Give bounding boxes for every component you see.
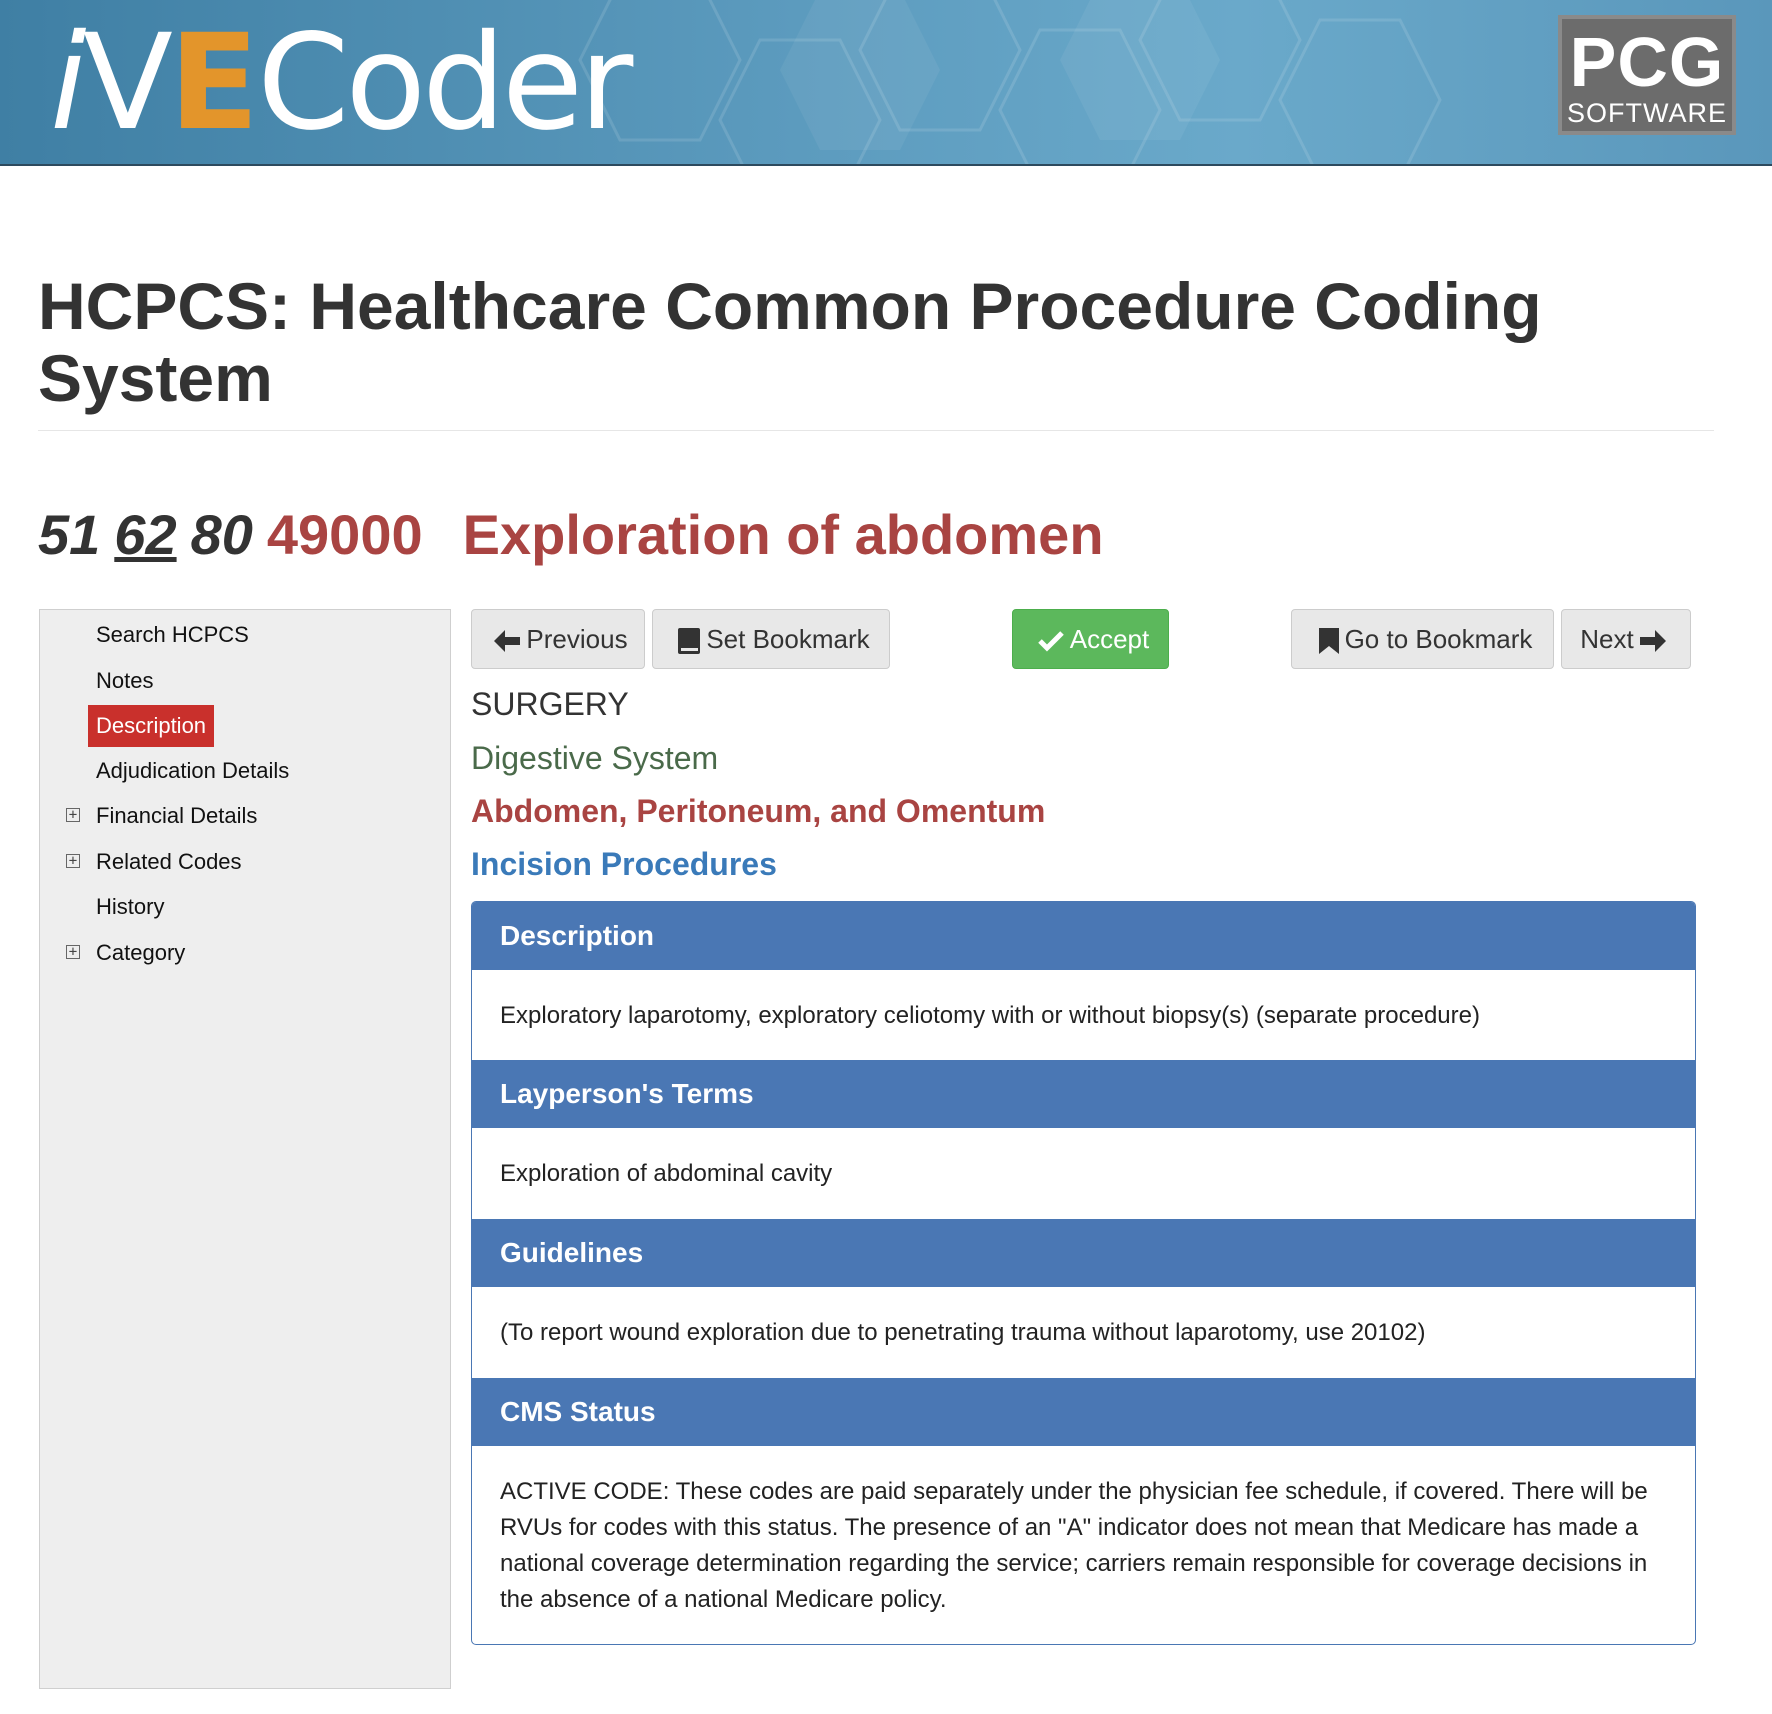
description-panel-header: Description: [472, 902, 1695, 970]
layperson-terms-panel-body: Exploration of abdominal cavity: [500, 1160, 833, 1187]
set-bookmark-label: Set Bookmark: [706, 624, 870, 654]
header-banner: iVECoder® PCG SOFTWARE: [0, 0, 1772, 166]
logo-letter-e: E: [169, 6, 259, 160]
bookmark-icon: [1318, 628, 1339, 655]
guidelines-panel-body: (To report wound exploration due to pene…: [500, 1319, 1426, 1346]
accept-label: Accept: [1069, 624, 1150, 654]
logo-word-coder: Coder: [257, 6, 633, 160]
checkmark-icon: [1037, 631, 1064, 652]
sidebar-item-category[interactable]: Category: [88, 932, 193, 974]
ivecoder-logo: iVECoder®: [50, 8, 647, 158]
previous-label: Previous: [526, 624, 628, 654]
section-heading: SURGERY: [471, 686, 629, 722]
expand-plus-icon[interactable]: +: [66, 808, 80, 822]
arrow-left-icon: [494, 630, 521, 653]
modifier-62[interactable]: 62: [114, 503, 176, 566]
expand-plus-icon[interactable]: +: [66, 945, 80, 959]
procedure-code: 49000: [266, 503, 423, 566]
guidelines-panel-header: Guidelines: [472, 1219, 1695, 1287]
sidebar-item-adjudication-details[interactable]: Adjudication Details: [88, 750, 297, 792]
go-to-bookmark-label: Go to Bookmark: [1344, 624, 1533, 654]
set-bookmark-button[interactable]: Set Bookmark: [652, 609, 890, 669]
cms-status-panel-header: CMS Status: [472, 1378, 1695, 1446]
pcg-software-logo: PCG SOFTWARE: [1558, 15, 1736, 135]
accept-button[interactable]: Accept: [1012, 609, 1169, 669]
go-to-bookmark-button[interactable]: Go to Bookmark: [1291, 609, 1554, 669]
system-heading: Digestive System: [471, 740, 719, 776]
logo-letter-i: i: [50, 6, 87, 160]
layperson-terms-panel-header: Layperson's Terms: [472, 1060, 1695, 1128]
sidebar-item-financial-details[interactable]: Financial Details: [88, 795, 265, 837]
logo-letter-v: V: [82, 6, 173, 160]
modifier-80[interactable]: 80: [191, 503, 253, 566]
sidebar-nav: Search HCPCS Notes Description Adjudicat…: [39, 609, 451, 1689]
sidebar-item-notes[interactable]: Notes: [88, 660, 161, 702]
next-label: Next: [1580, 624, 1634, 654]
info-panels: Description Exploratory laparotomy, expl…: [471, 901, 1696, 1645]
registered-mark: ®: [633, 164, 651, 166]
sidebar-item-search-hcpcs[interactable]: Search HCPCS: [88, 614, 257, 656]
pcg-logo-line1: PCG: [1569, 23, 1725, 101]
sidebar-item-related-codes[interactable]: Related Codes: [88, 841, 250, 883]
expand-plus-icon[interactable]: +: [66, 854, 80, 868]
book-icon: [678, 628, 701, 655]
description-panel-body: Exploratory laparotomy, exploratory celi…: [500, 1002, 1480, 1029]
modifier-51[interactable]: 51: [38, 503, 100, 566]
code-heading: 51 62 80 49000 Exploration of abdomen: [38, 500, 1104, 570]
cms-status-panel-body: ACTIVE CODE: These codes are paid separa…: [500, 1478, 1648, 1613]
previous-button[interactable]: Previous: [471, 609, 645, 669]
pcg-logo-line2: SOFTWARE: [1567, 98, 1727, 128]
sidebar-item-description[interactable]: Description: [88, 705, 215, 747]
next-button[interactable]: Next: [1561, 609, 1691, 669]
page-title: HCPCS: Healthcare Common Procedure Codin…: [38, 269, 1542, 415]
subsystem-heading: Abdomen, Peritoneum, and Omentum: [471, 793, 1046, 829]
procedure-type-heading: Incision Procedures: [471, 846, 777, 882]
arrow-right-icon: [1639, 630, 1666, 653]
sidebar-item-history[interactable]: History: [88, 886, 172, 928]
procedure-name: Exploration of abdomen: [462, 503, 1104, 566]
title-divider: [38, 430, 1714, 431]
